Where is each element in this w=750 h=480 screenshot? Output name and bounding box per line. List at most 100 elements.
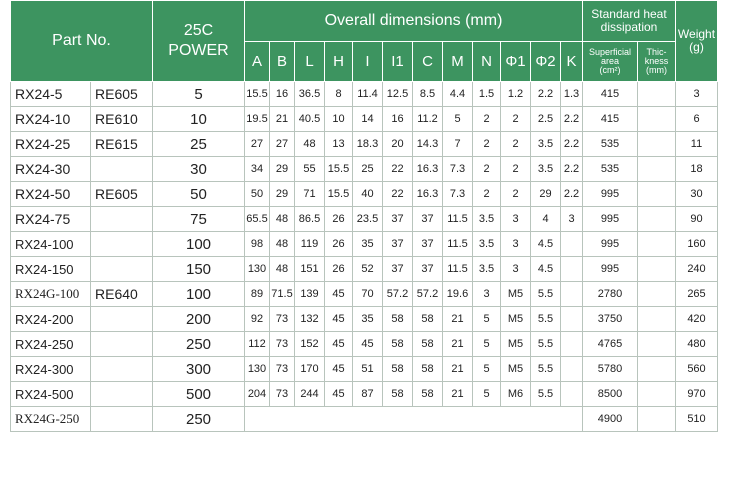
part-number-cell: RX24-500 <box>10 381 91 407</box>
part-number-cell: RX24-5 <box>10 81 91 107</box>
weight-cell: 11 <box>675 131 718 157</box>
weight-cell: 420 <box>675 306 718 332</box>
dimension-cell: 244 <box>294 381 325 407</box>
dimension-cell: 21 <box>442 356 473 382</box>
dimension-cell: 48 <box>269 206 295 232</box>
part-number-cell: RX24-250 <box>10 331 91 357</box>
heat-header-line2: dissipation <box>600 20 658 34</box>
dimension-cell <box>560 256 583 282</box>
dimension-cell: 3.5 <box>472 256 501 282</box>
dimension-cell: 7.3 <box>442 181 473 207</box>
dimension-cell: 29 <box>269 181 295 207</box>
dimension-cell: 92 <box>244 306 270 332</box>
heat-dissipation-header: Standard heat dissipation <box>582 0 676 42</box>
weight-cell: 160 <box>675 231 718 257</box>
dimension-cell: 11.5 <box>442 231 473 257</box>
part-number-cell: RX24-10 <box>10 106 91 132</box>
power-cell: 150 <box>152 256 245 282</box>
dimension-cell: M5 <box>500 356 531 382</box>
reference-cell <box>90 356 153 382</box>
power-cell: 100 <box>152 281 245 307</box>
dimension-cell: 1.3 <box>560 81 583 107</box>
dimension-cell: 7.3 <box>442 156 473 182</box>
dimension-cell: 130 <box>244 256 270 282</box>
dimension-cell: 58 <box>412 306 443 332</box>
power-header-line1: 25C <box>183 22 214 39</box>
power-cell: 50 <box>152 181 245 207</box>
dimension-cell: 2.2 <box>530 81 561 107</box>
part-no-header: Part No. <box>10 0 153 82</box>
dimension-cell: 3 <box>500 231 531 257</box>
dimension-cell-merged <box>244 406 583 432</box>
dimension-cell: 27 <box>244 131 270 157</box>
dimension-cell: 35 <box>352 231 383 257</box>
dimension-cell: 48 <box>294 131 325 157</box>
dimension-cell: 2 <box>500 156 531 182</box>
surface-area-cell: 415 <box>582 81 638 107</box>
weight-header-line2: (g) <box>689 40 704 54</box>
dimension-cell <box>560 381 583 407</box>
dimension-cell: 98 <box>244 231 270 257</box>
dimension-cell: 58 <box>382 331 413 357</box>
weight-header: Weight (g) <box>675 0 718 82</box>
dimension-cell: 37 <box>412 206 443 232</box>
dim-col-header: I <box>352 41 383 82</box>
dimension-cell: 4 <box>530 206 561 232</box>
dimension-cell: 73 <box>269 381 295 407</box>
weight-cell: 560 <box>675 356 718 382</box>
dimension-cell <box>560 231 583 257</box>
table-row: RX24-300 300 130 73 170 45 51 58 58 21 5 M5 5.5 5780 5… <box>10 356 718 382</box>
part-number-cell: RX24-50 <box>10 181 91 207</box>
dimension-cell: 26 <box>324 206 353 232</box>
dimension-cell: 5 <box>472 381 501 407</box>
dimension-cell: 50 <box>244 181 270 207</box>
part-number-cell: RX24-75 <box>10 206 91 232</box>
weight-header-line1: Weight <box>677 27 716 41</box>
weight-cell: 510 <box>675 406 718 432</box>
spec-table-body: RX24-5 RE605 5 15.5 16 36.5 8 11.4 12.5 8.5 4.4 1.5… <box>10 81 718 432</box>
dimension-cell: 1.5 <box>472 81 501 107</box>
dimension-cell: 3 <box>500 256 531 282</box>
part-number-cell: RX24-150 <box>10 256 91 282</box>
dimension-cell: 25 <box>352 156 383 182</box>
dim-col-header: B <box>269 41 295 82</box>
dimension-cell: 23.5 <box>352 206 383 232</box>
power-cell: 500 <box>152 381 245 407</box>
part-number-cell: RX24-30 <box>10 156 91 182</box>
dimension-cell: 48 <box>269 231 295 257</box>
thickness-cell <box>637 131 676 157</box>
spec-table-container: Part No. 25C POWER Overall dimensions (m… <box>10 0 718 432</box>
dim-col-header: I1 <box>382 41 413 82</box>
thickness-cell <box>637 281 676 307</box>
overall-dimensions-header: Overall dimensions (mm) <box>244 0 583 42</box>
power-cell: 100 <box>152 231 245 257</box>
dim-col-header: C <box>412 41 443 82</box>
dimension-cell: 3.5 <box>472 231 501 257</box>
reference-cell <box>90 331 153 357</box>
table-row: RX24-75 75 65.5 48 86.5 26 23.5 37 37 11.5 3.5 3 4 3 9… <box>10 206 718 232</box>
table-row: RX24-50 RE605 50 50 29 71 15.5 40 22 16.3 7.3 2 2 29 2… <box>10 181 718 207</box>
dimension-cell: 2.2 <box>560 106 583 132</box>
table-row: RX24-25 RE615 25 27 27 48 13 18.3 20 14.3 7 2 2 3.5 2.… <box>10 131 718 157</box>
dimension-cell: 3 <box>500 206 531 232</box>
dimension-cell: 21 <box>269 106 295 132</box>
reference-cell <box>90 156 153 182</box>
dimension-cell: 65.5 <box>244 206 270 232</box>
dimension-cell: 15.5 <box>324 156 353 182</box>
part-number-cell: RX24G-100 <box>10 281 91 307</box>
dimension-cell: M5 <box>500 306 531 332</box>
dimension-cell: 29 <box>530 181 561 207</box>
table-row: RX24-200 200 92 73 132 45 35 58 58 21 5 M5 5.5 3750 42… <box>10 306 718 332</box>
dimension-cell: 15.5 <box>324 181 353 207</box>
dimension-cell: 151 <box>294 256 325 282</box>
dimension-cell: 51 <box>352 356 383 382</box>
dimension-cell: 89 <box>244 281 270 307</box>
weight-cell: 3 <box>675 81 718 107</box>
part-number-cell: RX24-25 <box>10 131 91 157</box>
dim-col-header: K <box>560 41 583 82</box>
dimension-cell: 130 <box>244 356 270 382</box>
dimension-cell: 35 <box>352 306 383 332</box>
dim-col-header: H <box>324 41 353 82</box>
weight-cell: 6 <box>675 106 718 132</box>
dimension-cell: 73 <box>269 306 295 332</box>
